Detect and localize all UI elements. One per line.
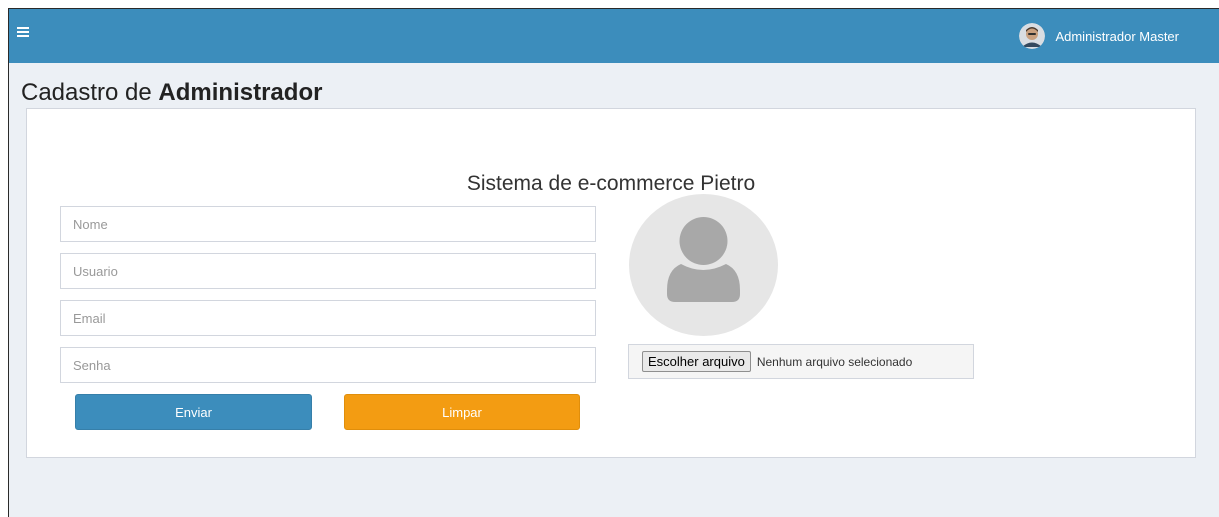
hamburger-menu-icon[interactable]	[17, 25, 31, 39]
profile-photo-placeholder	[629, 194, 778, 336]
email-field[interactable]	[60, 300, 596, 336]
senha-field[interactable]	[60, 347, 596, 383]
user-menu[interactable]: Administrador Master	[1019, 9, 1219, 63]
nome-field[interactable]	[60, 206, 596, 242]
registration-panel: Sistema de e-commerce Pietro Enviar Limp…	[26, 108, 1196, 458]
system-title: Sistema de e-commerce Pietro	[466, 172, 756, 195]
page-title-prefix: Cadastro de	[21, 79, 159, 106]
app-frame: Administrador Master Cadastro de Adminis…	[8, 8, 1219, 517]
top-navbar: Administrador Master	[9, 9, 1219, 63]
file-upload: Escolher arquivo Nenhum arquivo selecion…	[628, 344, 974, 379]
user-name: Administrador Master	[1055, 28, 1179, 44]
user-silhouette-icon	[667, 217, 740, 302]
user-avatar	[1019, 23, 1046, 49]
choose-file-button[interactable]: Escolher arquivo	[642, 351, 751, 372]
limpar-button[interactable]: Limpar	[344, 394, 580, 430]
file-status-text: Nenhum arquivo selecionado	[756, 354, 913, 369]
page-title: Cadastro de Administrador	[21, 79, 322, 107]
enviar-button[interactable]: Enviar	[75, 394, 312, 430]
page-title-bold: Administrador	[158, 79, 323, 106]
usuario-field[interactable]	[60, 253, 596, 289]
